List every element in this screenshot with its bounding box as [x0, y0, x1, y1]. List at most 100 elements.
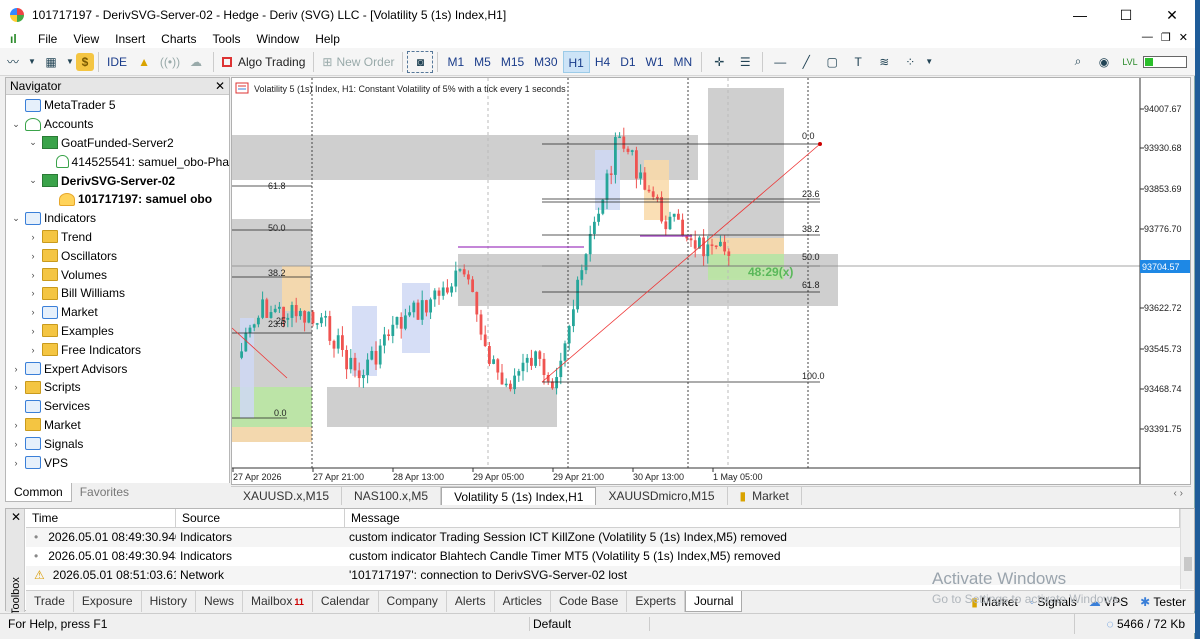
signal-icon[interactable]: ((•))	[157, 51, 183, 73]
chart-tab-volatility5[interactable]: Volatility 5 (1s) Index,H1	[441, 486, 597, 505]
expand-chevron-icon[interactable]: ›	[27, 232, 39, 242]
timeframe-w1[interactable]: W1	[641, 51, 669, 73]
navigator-node[interactable]: ⌄ Indicators	[6, 209, 229, 228]
chart-tab-xauusdmicro[interactable]: XAUUSDmicro,M15	[596, 486, 728, 505]
navigator-node[interactable]: › Signals	[6, 434, 229, 453]
toolbox-tab-calendar[interactable]: Calendar	[313, 590, 379, 612]
minimize-button[interactable]: —	[1057, 0, 1103, 30]
expand-chevron-icon[interactable]: ⌄	[27, 137, 39, 148]
new-order-button[interactable]: ⊞ New Order	[318, 51, 398, 73]
navigator-node[interactable]: › Oscillators	[6, 246, 229, 265]
timeframe-m30[interactable]: M30	[529, 51, 562, 73]
toolbox-tab-alerts[interactable]: Alerts	[447, 590, 495, 612]
horizontal-line-icon[interactable]: —	[767, 51, 793, 73]
maximize-button[interactable]: ☐	[1103, 0, 1149, 30]
toolbox-tab-experts[interactable]: Experts	[627, 590, 685, 612]
toolbox-tab-code-base[interactable]: Code Base	[551, 590, 628, 612]
timeframe-h1[interactable]: H1	[562, 50, 590, 73]
shapes-icon[interactable]: ⁘	[897, 51, 923, 73]
column-source[interactable]: Source	[176, 509, 345, 527]
crosshair-icon[interactable]: ✛	[706, 51, 732, 73]
tab-scroll-arrows-icon[interactable]: ‹ ›	[1174, 488, 1183, 499]
toolbox-tab-trade[interactable]: Trade	[26, 590, 74, 612]
expand-chevron-icon[interactable]: ›	[27, 345, 39, 355]
scrollbar-thumb[interactable]	[1184, 557, 1192, 571]
navigator-node[interactable]: ⌄ Accounts	[6, 115, 229, 134]
expand-chevron-icon[interactable]: ›	[27, 288, 39, 298]
navigator-node[interactable]: ⌄ DerivSVG-Server-02	[6, 171, 229, 190]
dropdown-icon[interactable]: ▼	[26, 51, 38, 73]
timeframe-m1[interactable]: M1	[442, 51, 469, 73]
toolbox-tab-exposure[interactable]: Exposure	[74, 590, 142, 612]
cloud-icon[interactable]: ☁	[183, 51, 209, 73]
mdi-minimize-icon[interactable]: —	[1142, 31, 1153, 44]
timeframe-m5[interactable]: M5	[469, 51, 496, 73]
dropdown-icon[interactable]: ▼	[923, 51, 935, 73]
journal-scrollbar[interactable]	[1180, 509, 1194, 589]
navigator-node[interactable]: › Trend	[6, 228, 229, 247]
journal-row[interactable]: • 2026.05.01 08:49:30.940 Indicators custom…	[26, 528, 1180, 547]
price-chart[interactable]: 0.0 23.6 38.2 50.0 61.8 100.0 61.8 50.0 38.2 23.6…	[231, 77, 1191, 485]
expand-chevron-icon[interactable]: ⌄	[27, 175, 39, 186]
tab-common[interactable]: Common	[5, 483, 72, 502]
menu-tools[interactable]: Tools	[205, 32, 249, 46]
menu-help[interactable]: Help	[307, 32, 348, 46]
toolbox-tab-company[interactable]: Company	[379, 590, 447, 612]
rectangle-icon[interactable]: ▢	[819, 51, 845, 73]
expand-chevron-icon[interactable]: ⌄	[10, 119, 22, 130]
expand-chevron-icon[interactable]: ›	[10, 458, 22, 468]
text-icon[interactable]: T	[845, 51, 871, 73]
menu-view[interactable]: View	[65, 32, 107, 46]
menu-window[interactable]: Window	[249, 32, 308, 46]
navigator-node[interactable]: › Examples	[6, 322, 229, 341]
chart-tab-market[interactable]: ▮ Market	[728, 486, 802, 505]
lines-menu-icon[interactable]: ☰	[732, 51, 758, 73]
timeframe-mn[interactable]: MN	[669, 51, 698, 73]
menu-insert[interactable]: Insert	[107, 32, 153, 46]
expand-chevron-icon[interactable]: ›	[27, 270, 39, 280]
column-message[interactable]: Message	[345, 509, 1180, 527]
expand-chevron-icon[interactable]: ›	[27, 326, 39, 336]
navigator-node[interactable]: › Volumes	[6, 265, 229, 284]
toolbox-tab-mailbox[interactable]: Mailbox 11	[243, 590, 313, 612]
navigator-close-icon[interactable]: ✕	[215, 79, 225, 93]
chart-canvas[interactable]: 0.023.638.250.061.8100.061.850.038.223.6…	[232, 78, 1191, 485]
navigator-node[interactable]: 101717197: samuel obo	[6, 190, 229, 209]
chart-tab-xauusd[interactable]: XAUUSD.x,M15	[231, 486, 343, 505]
trendline-icon[interactable]: ╱	[793, 51, 819, 73]
expand-chevron-icon[interactable]: ›	[10, 420, 22, 430]
toolbox-tab-history[interactable]: History	[142, 590, 196, 612]
column-time[interactable]: Time	[26, 509, 176, 527]
navigator-node[interactable]: Services	[6, 397, 229, 416]
menu-charts[interactable]: Charts	[153, 32, 204, 46]
mdi-close-icon[interactable]: ✕	[1179, 31, 1188, 44]
algo-trading-button[interactable]: Algo Trading	[218, 51, 309, 73]
dollar-icon[interactable]: $	[76, 52, 94, 71]
toolbox-tab-journal[interactable]: Journal	[685, 590, 743, 612]
ide-button[interactable]: IDE	[103, 51, 131, 73]
mdi-restore-icon[interactable]: ❐	[1161, 31, 1171, 44]
search-icon[interactable]: ⌕	[1065, 51, 1091, 73]
timeframe-h4[interactable]: H4	[590, 51, 615, 73]
expand-chevron-icon[interactable]: ›	[10, 439, 22, 449]
navigator-node[interactable]: › VPS	[6, 453, 229, 472]
navigator-node[interactable]: › Scripts	[6, 378, 229, 397]
navigator-node[interactable]: 414525541: samuel_obo-Pha	[6, 152, 229, 171]
navigator-node[interactable]: › Market	[6, 303, 229, 322]
status-profile[interactable]: Default	[530, 616, 650, 631]
expand-chevron-icon[interactable]: ⌄	[10, 213, 22, 224]
expand-chevron-icon[interactable]: ›	[10, 364, 22, 374]
toolbox-tab-news[interactable]: News	[196, 590, 243, 612]
chart-type-icon[interactable]: 〰	[0, 51, 26, 73]
fibonacci-icon[interactable]: ≋	[871, 51, 897, 73]
navigator-node[interactable]: › Bill Williams	[6, 284, 229, 303]
new-chart-icon[interactable]: ▦	[38, 51, 64, 73]
menu-file[interactable]: File	[30, 32, 65, 46]
toolbox-close-icon[interactable]: ✕	[11, 510, 21, 524]
navigator-node[interactable]: MetaTrader 5	[6, 96, 229, 115]
expand-chevron-icon[interactable]: ›	[27, 307, 39, 317]
navigator-node[interactable]: › Market	[6, 416, 229, 435]
expand-chevron-icon[interactable]: ›	[10, 382, 22, 392]
lock-icon[interactable]: ▲	[131, 51, 157, 73]
navigator-node[interactable]: ⌄ GoatFunded-Server2	[6, 134, 229, 153]
